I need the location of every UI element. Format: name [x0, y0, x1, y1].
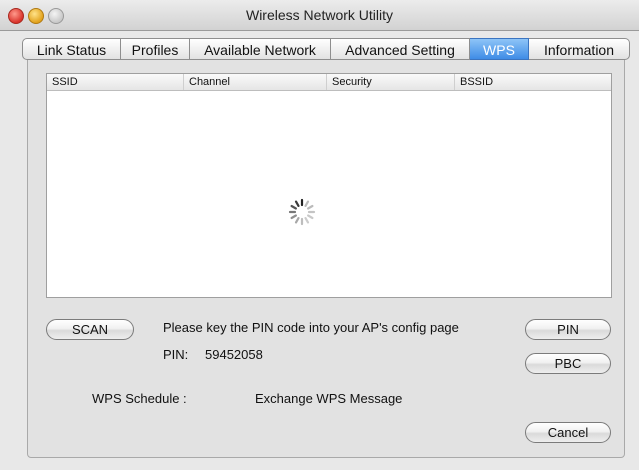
window-title: Wireless Network Utility: [245, 7, 393, 23]
column-header-bssid[interactable]: BSSID: [455, 74, 611, 90]
title-bar: Wireless Network Utility: [0, 0, 639, 31]
column-header-ssid[interactable]: SSID: [47, 74, 184, 90]
cancel-button[interactable]: Cancel: [525, 422, 611, 443]
tab-wps[interactable]: WPS: [470, 38, 529, 60]
pin-value: 59452058: [205, 347, 263, 362]
tab-available-network[interactable]: Available Network: [190, 38, 331, 60]
spinner-icon: [288, 198, 316, 226]
wps-schedule-label: WPS Schedule :: [92, 391, 187, 406]
tab-advanced-setting[interactable]: Advanced Setting: [331, 38, 470, 60]
pin-instruction-text: Please key the PIN code into your AP's c…: [163, 320, 459, 335]
column-header-security[interactable]: Security: [327, 74, 455, 90]
network-table[interactable]: SSID Channel Security BSSID: [46, 73, 612, 298]
wps-schedule-status: Exchange WPS Message: [255, 391, 403, 406]
column-header-channel[interactable]: Channel: [184, 74, 327, 90]
pbc-button[interactable]: PBC: [525, 353, 611, 374]
pin-label: PIN:: [163, 347, 189, 362]
scan-button[interactable]: SCAN: [46, 319, 134, 340]
tab-bar: Link Status Profiles Available Network A…: [22, 38, 630, 62]
tab-information[interactable]: Information: [529, 38, 630, 60]
tab-link-status[interactable]: Link Status: [22, 38, 121, 60]
app-window: Wireless Network Utility Link Status Pro…: [0, 0, 639, 470]
tab-profiles[interactable]: Profiles: [121, 38, 190, 60]
table-header: SSID Channel Security BSSID: [47, 74, 611, 91]
pin-button[interactable]: PIN: [525, 319, 611, 340]
